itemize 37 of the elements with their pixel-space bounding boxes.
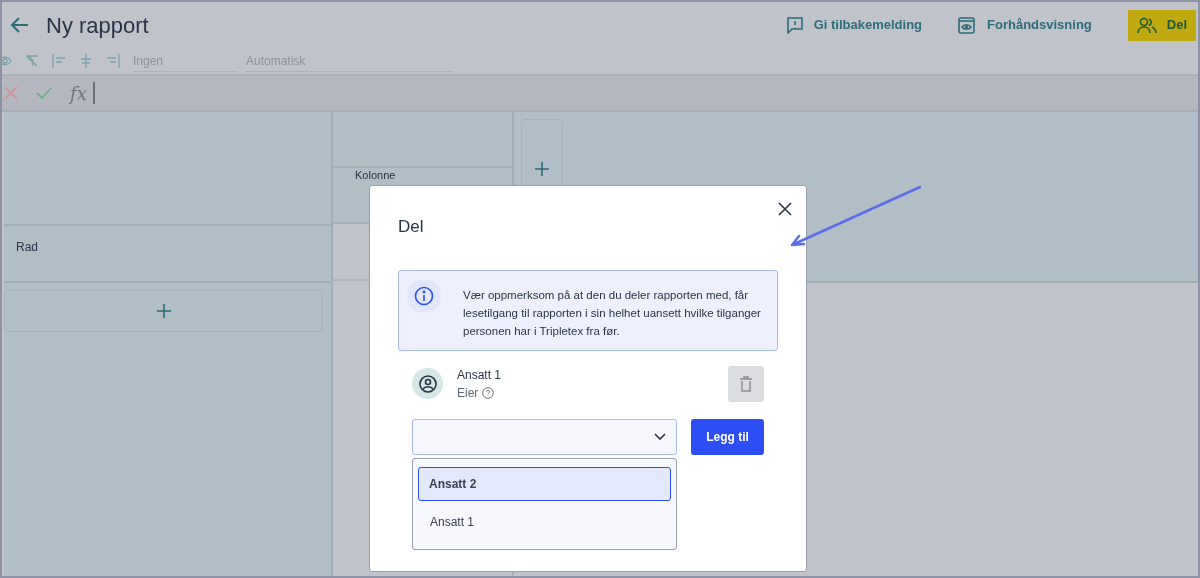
feedback-icon [785, 16, 804, 34]
dropdown-option[interactable]: Ansatt 2 [418, 466, 671, 501]
member-name: Ansatt 1 [457, 366, 502, 384]
dropdown-option[interactable]: Ansatt 1 [418, 504, 671, 539]
page-title: Ny rapport [46, 11, 149, 40]
add-button[interactable]: Legg til [691, 418, 764, 455]
close-icon[interactable] [778, 202, 792, 216]
column-label: Kolonne [355, 169, 396, 181]
delete-button[interactable] [728, 365, 764, 402]
formula-input[interactable] [92, 82, 95, 104]
row-label: Rad [16, 240, 38, 254]
function-button[interactable]: fx [70, 79, 87, 107]
info-icon [407, 278, 441, 313]
preview-button[interactable]: Forhåndsvisning [958, 15, 1092, 35]
avatar-icon [412, 368, 443, 399]
feedback-button[interactable]: Gi tilbakemelding [785, 15, 923, 35]
align-right-icon[interactable] [106, 54, 120, 68]
people-icon [1136, 16, 1157, 34]
share-button[interactable]: Del [1127, 9, 1196, 41]
employee-select[interactable] [412, 418, 677, 455]
chevron-down-icon [654, 432, 666, 441]
confirm-icon[interactable] [36, 86, 52, 100]
trash-icon [739, 375, 753, 392]
add-row-button[interactable] [4, 290, 323, 332]
plus-icon [535, 162, 549, 176]
member-role: Eier [457, 384, 479, 402]
clear-filter-icon[interactable] [25, 55, 39, 67]
dialog-title: Del [398, 216, 425, 238]
align-left-icon[interactable] [52, 54, 66, 68]
eye-icon[interactable] [2, 55, 12, 67]
align-center-icon[interactable] [79, 54, 93, 68]
info-text: Vær oppmerksom på at den du deler rapporten med, får lesetilgang til rapporten i sin helhet uansett hvilke tilganger personen har i Tripletex fra før. [463, 287, 762, 339]
cancel-icon[interactable] [4, 86, 18, 100]
plus-icon [156, 304, 171, 318]
preview-icon [958, 16, 976, 34]
back-arrow-icon[interactable] [10, 15, 30, 35]
help-icon[interactable] [482, 386, 495, 399]
